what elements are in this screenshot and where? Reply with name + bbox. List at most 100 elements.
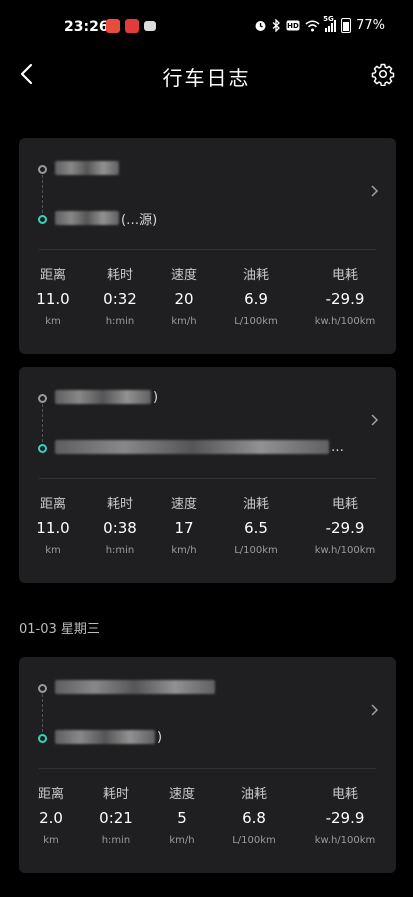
stat-electric: 电耗 -29.9 kw.h/100km xyxy=(315,267,376,329)
stat-label: 耗时 xyxy=(106,268,133,283)
address-text: (…源) xyxy=(121,212,158,228)
address-text: ) xyxy=(157,729,163,745)
stat-value: -29.9 xyxy=(325,290,365,308)
redacted-text xyxy=(55,390,151,404)
battery-icon xyxy=(341,18,352,33)
trip-start-address xyxy=(55,679,217,695)
trip-start-address: ) xyxy=(55,389,158,405)
card-divider xyxy=(39,768,376,769)
start-point-icon xyxy=(38,165,47,174)
stat-unit: L/100km xyxy=(234,545,278,556)
trip-card[interactable]: (…源) 距离 11.0 km 耗时 0:32 h:min 速度 20 km/h… xyxy=(19,138,396,354)
stat-unit: km/h xyxy=(169,835,195,846)
trip-stats: 距离 11.0 km 耗时 0:38 h:min 速度 17 km/h 油耗 6… xyxy=(19,496,396,566)
stat-label: 电耗 xyxy=(331,497,358,512)
page-title: 行车日志 xyxy=(162,66,251,90)
stat-duration: 耗时 0:32 h:min xyxy=(103,267,137,329)
battery-percent: 77% xyxy=(356,18,385,33)
trip-card[interactable]: ) … 距离 11.0 km 耗时 0:38 h:min 速度 17 km/h … xyxy=(19,367,396,583)
redacted-text xyxy=(55,440,329,454)
address-text: … xyxy=(331,439,344,455)
redacted-text xyxy=(55,730,155,744)
stat-value: 2.0 xyxy=(39,809,63,827)
notification-app-icon xyxy=(106,19,120,33)
trip-route: (…源) xyxy=(19,138,396,250)
stat-fuel: 油耗 6.5 L/100km xyxy=(234,496,278,558)
chevron-right-icon xyxy=(371,704,379,716)
stat-label: 油耗 xyxy=(242,268,269,283)
stat-speed: 速度 20 km/h xyxy=(171,267,197,329)
trip-route: ) xyxy=(19,657,396,769)
start-point-icon xyxy=(38,684,47,693)
end-point-icon xyxy=(38,444,47,453)
stat-label: 耗时 xyxy=(106,497,133,512)
stat-unit: h:min xyxy=(105,316,135,327)
trip-end-address: … xyxy=(55,439,344,455)
stat-electric: 电耗 -29.9 kw.h/100km xyxy=(315,786,376,848)
stat-label: 距离 xyxy=(39,497,66,512)
stat-label: 油耗 xyxy=(242,497,269,512)
redacted-text xyxy=(55,161,119,175)
status-time: 23:26 xyxy=(64,19,109,35)
stat-label: 距离 xyxy=(39,268,66,283)
notification-app-icon xyxy=(144,21,156,31)
stat-unit: L/100km xyxy=(234,316,278,327)
status-app-icons xyxy=(106,19,156,33)
stat-unit: kw.h/100km xyxy=(314,316,376,327)
stat-value: -29.9 xyxy=(325,519,365,537)
stat-value: 6.5 xyxy=(244,519,268,537)
trip-card[interactable]: ) 距离 2.0 km 耗时 0:21 h:min 速度 5 km/h 油耗 6… xyxy=(19,657,396,873)
stat-value: -29.9 xyxy=(325,809,365,827)
stat-unit: h:min xyxy=(105,545,135,556)
stat-distance: 距离 2.0 km xyxy=(38,786,64,848)
stat-value: 6.9 xyxy=(244,290,268,308)
stat-value: 11.0 xyxy=(36,290,70,308)
stat-value: 11.0 xyxy=(36,519,70,537)
route-connector xyxy=(42,694,43,732)
stat-unit: kw.h/100km xyxy=(314,835,376,846)
stat-value: 6.8 xyxy=(242,809,266,827)
stat-label: 电耗 xyxy=(331,787,358,802)
stat-label: 耗时 xyxy=(102,787,129,802)
stat-unit: km xyxy=(45,316,61,327)
end-point-icon xyxy=(38,734,47,743)
stat-duration: 耗时 0:21 h:min xyxy=(99,786,133,848)
settings-button[interactable] xyxy=(367,58,399,90)
stat-label: 速度 xyxy=(170,268,198,283)
stat-value: 0:32 xyxy=(103,290,137,308)
stat-electric: 电耗 -29.9 kw.h/100km xyxy=(315,496,376,558)
date-group-header: 01-03 星期三 xyxy=(19,622,100,637)
redacted-text xyxy=(55,680,215,694)
start-point-icon xyxy=(38,394,47,403)
stat-fuel: 油耗 6.8 L/100km xyxy=(232,786,276,848)
stat-distance: 距离 11.0 km xyxy=(36,496,69,558)
card-divider xyxy=(39,249,376,250)
bluetooth-icon xyxy=(272,19,281,32)
trip-stats: 距离 2.0 km 耗时 0:21 h:min 速度 5 km/h 油耗 6.8… xyxy=(19,786,396,856)
trip-end-address: (…源) xyxy=(55,210,158,228)
stat-unit: km/h xyxy=(171,545,197,556)
stat-speed: 速度 5 km/h xyxy=(169,786,195,848)
stat-unit: km xyxy=(45,545,61,556)
route-connector xyxy=(42,404,43,442)
hd-icon: HD xyxy=(286,20,300,31)
signal-icon: 5G xyxy=(323,15,337,32)
notification-app-icon xyxy=(125,19,139,33)
svg-text:HD: HD xyxy=(287,22,299,30)
chevron-right-icon xyxy=(371,185,379,197)
end-point-icon xyxy=(38,215,47,224)
stat-distance: 距离 11.0 km xyxy=(36,267,69,329)
stat-duration: 耗时 0:38 h:min xyxy=(103,496,137,558)
wifi-icon xyxy=(305,20,320,31)
stat-label: 油耗 xyxy=(240,787,267,802)
stat-fuel: 油耗 6.9 L/100km xyxy=(234,267,278,329)
stat-label: 速度 xyxy=(168,787,196,802)
stat-unit: km/h xyxy=(171,316,197,327)
alarm-icon xyxy=(255,21,266,31)
network-type: 5G xyxy=(323,14,334,23)
gear-icon xyxy=(371,63,395,86)
trip-stats: 距离 11.0 km 耗时 0:32 h:min 速度 20 km/h 油耗 6… xyxy=(19,267,396,337)
chevron-right-icon xyxy=(371,414,379,426)
stat-value: 20 xyxy=(174,290,194,308)
address-text: ) xyxy=(153,389,159,405)
